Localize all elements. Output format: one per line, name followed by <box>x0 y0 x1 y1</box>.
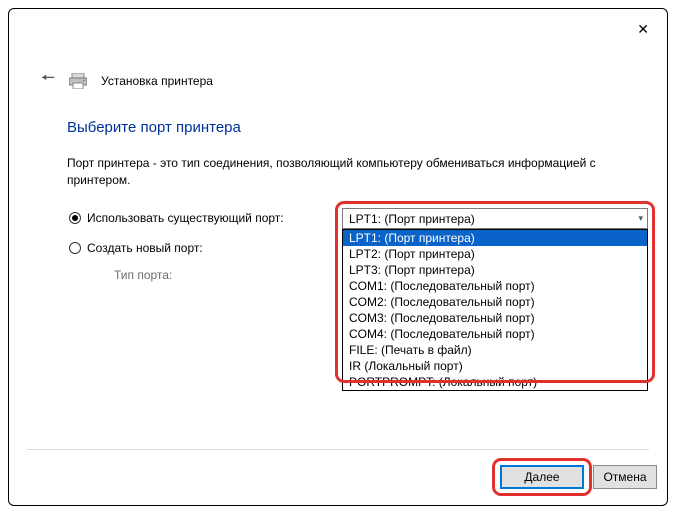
footer-separator <box>27 449 649 450</box>
section-heading: Выберите порт принтера <box>67 119 241 136</box>
dropdown-option[interactable]: IR (Локальный порт) <box>343 358 647 374</box>
radio-create-new-port[interactable]: Создать новый порт: <box>69 241 203 255</box>
wizard-header: 🠔 Установка принтера <box>41 67 213 94</box>
dropdown-option[interactable]: LPT1: (Порт принтера) <box>343 230 647 246</box>
dropdown-option[interactable]: COM4: (Последовательный порт) <box>343 326 647 342</box>
dropdown-option[interactable]: COM1: (Последовательный порт) <box>343 278 647 294</box>
section-description: Порт принтера - это тип соединения, позв… <box>67 155 612 189</box>
port-combobox[interactable]: LPT1: (Порт принтера) ▾ <box>342 208 648 229</box>
close-icon[interactable]: ✕ <box>637 22 649 36</box>
wizard-title: Установка принтера <box>101 74 213 88</box>
dropdown-option[interactable]: LPT2: (Порт принтера) <box>343 246 647 262</box>
dialog-window: ✕ 🠔 Установка принтера Выберите порт при… <box>8 8 668 506</box>
button-label: Далее <box>524 470 559 484</box>
radio-label: Использовать существующий порт: <box>87 211 284 225</box>
dropdown-option[interactable]: COM2: (Последовательный порт) <box>343 294 647 310</box>
titlebar: ✕ <box>637 9 667 49</box>
combobox-value: LPT1: (Порт принтера) <box>349 212 475 226</box>
radio-label: Создать новый порт: <box>87 241 203 255</box>
dropdown-option[interactable]: PORTPROMPT: (Локальный порт) <box>343 374 647 390</box>
radio-use-existing-port[interactable]: Использовать существующий порт: <box>69 211 284 225</box>
dropdown-option[interactable]: COM3: (Последовательный порт) <box>343 310 647 326</box>
dropdown-option[interactable]: FILE: (Печать в файл) <box>343 342 647 358</box>
radio-icon <box>69 212 81 224</box>
port-dropdown-list[interactable]: LPT1: (Порт принтера)LPT2: (Порт принтер… <box>342 229 648 391</box>
port-type-label: Тип порта: <box>114 268 172 282</box>
dropdown-option[interactable]: LPT3: (Порт принтера) <box>343 262 647 278</box>
chevron-down-icon: ▾ <box>638 213 643 224</box>
printer-icon <box>69 73 87 89</box>
next-button[interactable]: Далее <box>500 465 584 489</box>
cancel-button[interactable]: Отмена <box>593 465 657 489</box>
button-label: Отмена <box>603 470 646 484</box>
back-arrow-icon[interactable]: 🠔 <box>41 67 55 94</box>
radio-icon <box>69 242 81 254</box>
